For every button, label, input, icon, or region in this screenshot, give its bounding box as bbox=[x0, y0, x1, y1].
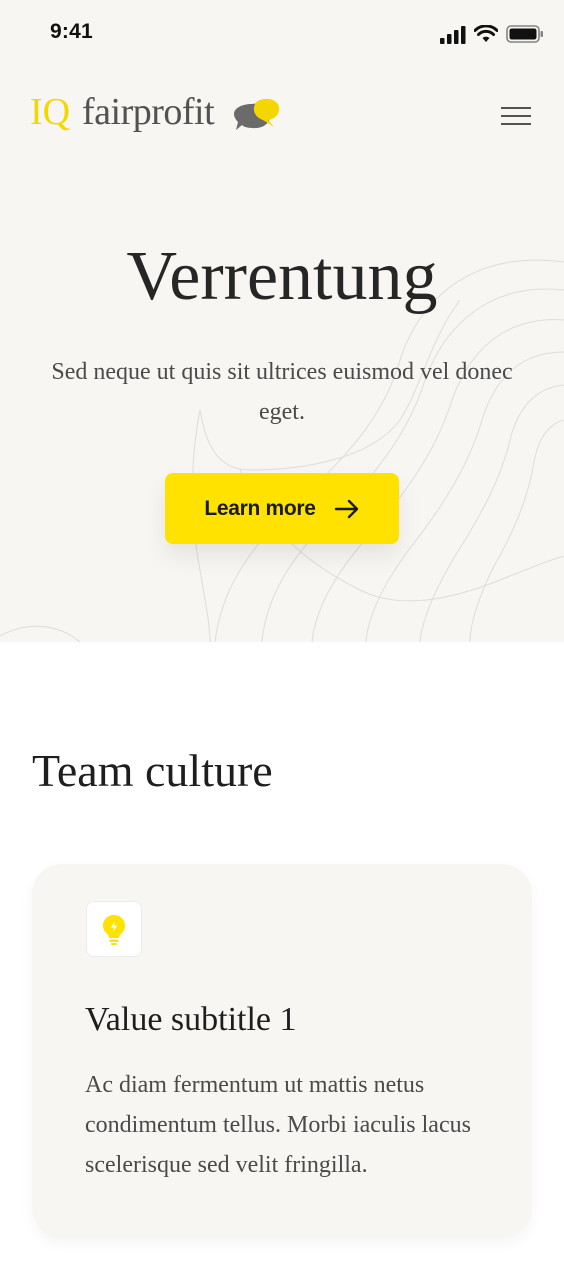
value-card: Value subtitle 1 Ac diam fermentum ut ma… bbox=[32, 864, 532, 1238]
hero-description: Sed neque ut quis sit ultrices euismod v… bbox=[51, 359, 513, 425]
battery-icon bbox=[506, 25, 543, 43]
team-culture-title: Team culture bbox=[32, 745, 273, 796]
logo-prefix: IQ bbox=[30, 91, 71, 133]
learn-more-label: Learn more bbox=[204, 496, 316, 520]
status-icons bbox=[440, 24, 546, 46]
status-time: 9:41 bbox=[50, 20, 93, 43]
status-bar: 9:41 bbox=[0, 0, 564, 70]
arrow-right-icon bbox=[334, 499, 358, 518]
speech-bubbles-icon bbox=[234, 98, 280, 130]
learn-more-button[interactable]: Learn more bbox=[165, 473, 399, 544]
brand-logo[interactable]: IQ fairprofit bbox=[30, 90, 300, 140]
lightbulb-icon bbox=[103, 915, 125, 945]
cellular-signal-icon bbox=[440, 26, 466, 44]
hero-section: 9:41 IQ fairprofit Verrentung Sed neque … bbox=[0, 0, 564, 642]
logo-wordmark: fairprofit bbox=[82, 91, 215, 133]
hero-title: Verrentung bbox=[126, 238, 438, 315]
value-card-title: Value subtitle 1 bbox=[85, 1001, 297, 1038]
value-icon-box bbox=[86, 901, 142, 957]
hamburger-menu-icon[interactable] bbox=[498, 104, 534, 128]
value-card-text: Ac diam fermentum ut mattis netus condim… bbox=[85, 1072, 471, 1178]
wifi-icon bbox=[474, 25, 498, 42]
